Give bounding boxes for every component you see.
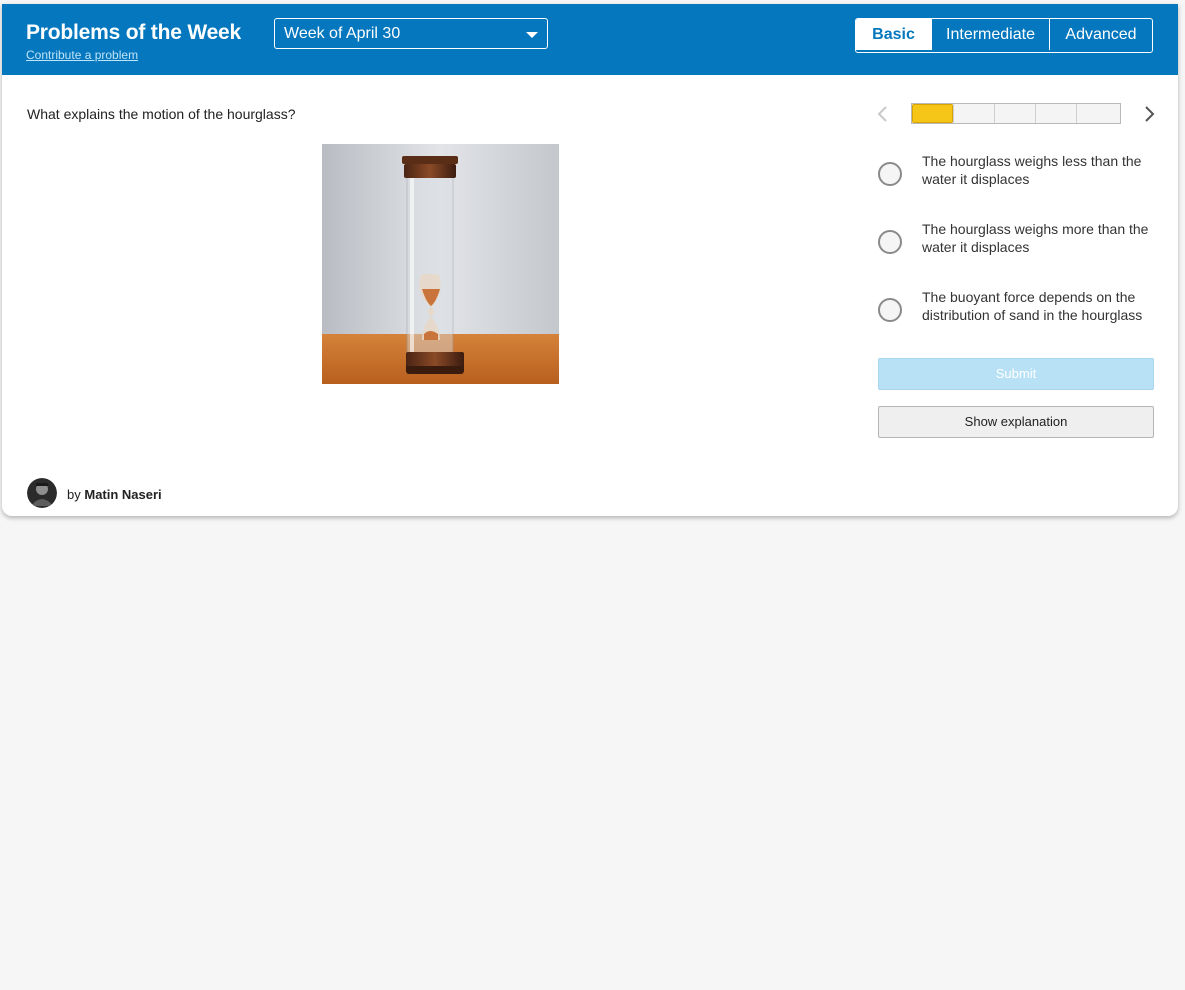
header-bar: Problems of the Week Contribute a proble… xyxy=(2,4,1178,75)
week-select-value: Week of April 30 xyxy=(284,25,401,42)
question-text: What explains the motion of the hourglas… xyxy=(27,106,296,122)
progress-segment[interactable] xyxy=(1035,104,1076,123)
tab-intermediate[interactable]: Intermediate xyxy=(931,19,1049,50)
progress-segment[interactable] xyxy=(953,104,994,123)
radio-button[interactable] xyxy=(878,162,902,186)
answer-choice-1[interactable]: The hourglass weighs less than the water… xyxy=(878,152,1160,192)
answer-choice-3[interactable]: The buoyant force depends on the distrib… xyxy=(878,288,1160,328)
chevron-down-icon xyxy=(526,32,538,38)
show-explanation-button[interactable]: Show explanation xyxy=(878,406,1154,438)
contribute-link[interactable]: Contribute a problem xyxy=(26,48,138,62)
answer-choice-label: The hourglass weighs more than the water… xyxy=(922,221,1149,255)
progress-segment-current[interactable] xyxy=(912,104,953,123)
hourglass-image xyxy=(322,144,559,384)
tab-basic[interactable]: Basic xyxy=(856,19,931,50)
radio-button[interactable] xyxy=(878,230,902,254)
answer-choice-2[interactable]: The hourglass weighs more than the water… xyxy=(878,220,1160,260)
answer-choice-label: The buoyant force depends on the distrib… xyxy=(922,289,1143,323)
author-byline: by Matin Naseri xyxy=(67,487,162,502)
page-title: Problems of the Week xyxy=(26,21,242,44)
author-prefix: by xyxy=(67,487,81,502)
chevron-left-icon[interactable] xyxy=(874,104,892,124)
week-select[interactable]: Week of April 30 xyxy=(274,18,548,49)
progress-segment[interactable] xyxy=(1076,104,1120,123)
author-name[interactable]: Matin Naseri xyxy=(84,487,161,502)
answer-choice-label: The hourglass weighs less than the water… xyxy=(922,153,1142,187)
level-tabs: Basic Intermediate Advanced xyxy=(855,18,1153,53)
radio-button[interactable] xyxy=(878,298,902,322)
problem-card: Problems of the Week Contribute a proble… xyxy=(2,4,1178,516)
submit-button[interactable]: Submit xyxy=(878,358,1154,390)
chevron-right-icon[interactable] xyxy=(1140,104,1158,124)
avatar[interactable] xyxy=(27,478,57,508)
progress-segment[interactable] xyxy=(994,104,1035,123)
tab-advanced[interactable]: Advanced xyxy=(1049,19,1152,50)
progress-bar xyxy=(911,103,1121,124)
